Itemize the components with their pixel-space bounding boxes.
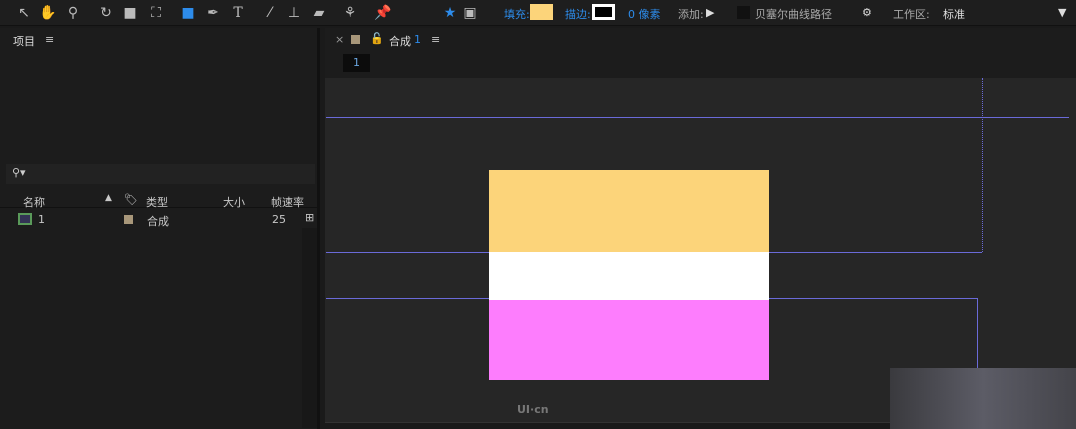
fill-swatch[interactable] — [530, 4, 553, 20]
workspace-label: 工作区: — [893, 8, 930, 21]
rotate-tool-icon[interactable]: ↻ — [96, 4, 116, 22]
row-fps: 25 — [272, 213, 286, 226]
watermark: UI·cn — [517, 403, 549, 416]
pen-tool-icon[interactable]: ✒ — [203, 4, 223, 22]
brush-tool-icon[interactable]: ⁄ — [260, 4, 280, 22]
zoom-tool-icon[interactable]: ⚲ — [63, 4, 83, 22]
selection-tool-icon[interactable]: ↖ — [14, 4, 34, 22]
col-type[interactable]: 类型 — [146, 194, 168, 210]
rectangle-tool-icon[interactable]: ■ — [178, 4, 198, 22]
search-icon: ⚲▾ — [12, 166, 26, 179]
label-tag-icon[interactable]: 🏷 — [124, 193, 138, 206]
text-tool-icon[interactable]: T — [228, 4, 248, 22]
roto-brush-tool-icon[interactable]: ⚘ — [340, 4, 360, 22]
col-name[interactable]: 名称 — [23, 194, 45, 210]
panel-menu-icon[interactable]: ≡ — [45, 33, 54, 46]
label-color[interactable] — [124, 215, 133, 224]
pan-behind-tool-icon[interactable]: ⛶ — [146, 4, 166, 22]
stroke-label: 描边: — [565, 8, 591, 21]
mask-icon[interactable]: ▣ — [460, 4, 480, 22]
sort-up-icon[interactable]: ▲ — [105, 193, 112, 203]
puppet-pin-tool-icon[interactable]: 📌 — [373, 4, 393, 22]
panel-title: 项目 — [13, 35, 35, 48]
panel-menu-icon[interactable]: ≡ — [431, 33, 440, 46]
star-icon[interactable]: ★ — [440, 4, 460, 22]
add-label: 添加: — [678, 8, 704, 21]
guide-line — [977, 298, 978, 373]
shape-layer-white[interactable] — [489, 252, 769, 300]
lock-icon[interactable]: 🔓 — [370, 32, 384, 45]
comp-title-num[interactable]: 1 — [414, 33, 421, 46]
stroke-width[interactable]: 0 像素 — [628, 6, 661, 22]
viewer-footer — [325, 422, 890, 429]
hand-tool-icon[interactable]: ✋ — [38, 4, 58, 22]
col-size[interactable]: 大小 — [223, 194, 245, 210]
chevron-down-icon[interactable]: ▼ — [1058, 6, 1066, 19]
shape-layer-yellow[interactable] — [489, 170, 769, 252]
toolbar: ↖ ✋ ⚲ ↻ ■ ⛶ ■ ✒ T ⁄ ⊥ ▰ ⚘ 📌 ★ ▣ 填充: 描边: … — [0, 0, 1076, 26]
stroke-swatch[interactable] — [592, 4, 615, 20]
row-name: 1 — [38, 213, 45, 226]
project-panel: 项目 ≡ ⚲▾ 名称 ▲ 🏷 类型 大小 帧速率 1 合成 25 ⊞ — [0, 28, 320, 429]
flowchart-icon[interactable]: ⊞ — [305, 211, 314, 224]
search-input[interactable]: ⚲▾ — [6, 164, 315, 184]
clone-stamp-tool-icon[interactable]: ⊥ — [284, 4, 304, 22]
close-icon[interactable]: × — [335, 33, 344, 46]
bezier-checkbox[interactable] — [737, 6, 750, 19]
add-button-icon[interactable]: ▶ — [706, 6, 714, 19]
comp-title[interactable]: 合成 — [389, 33, 411, 49]
col-fps[interactable]: 帧速率 — [271, 194, 304, 210]
bezier-label: 贝塞尔曲线路径 — [755, 8, 832, 21]
row-type: 合成 — [147, 215, 169, 228]
guide-line — [326, 117, 1069, 118]
shape-layer-pink[interactable] — [489, 300, 769, 380]
comp-tab[interactable]: 1 — [343, 54, 370, 72]
column-header: 名称 ▲ 🏷 类型 大小 帧速率 — [0, 192, 320, 210]
fill-label: 填充: — [504, 8, 530, 21]
camera-tool-icon[interactable]: ■ — [120, 4, 140, 22]
corner-overlay — [890, 368, 1076, 429]
guide-line — [982, 78, 983, 252]
workspace-value[interactable]: 标准 — [943, 6, 965, 22]
label-color — [351, 35, 360, 44]
scrollbar[interactable] — [302, 228, 317, 428]
eraser-tool-icon[interactable]: ▰ — [309, 4, 329, 22]
table-row[interactable]: 1 合成 25 — [0, 211, 302, 228]
composition-icon — [18, 213, 32, 225]
workspace-sync-icon[interactable]: ⚙ — [862, 6, 872, 19]
